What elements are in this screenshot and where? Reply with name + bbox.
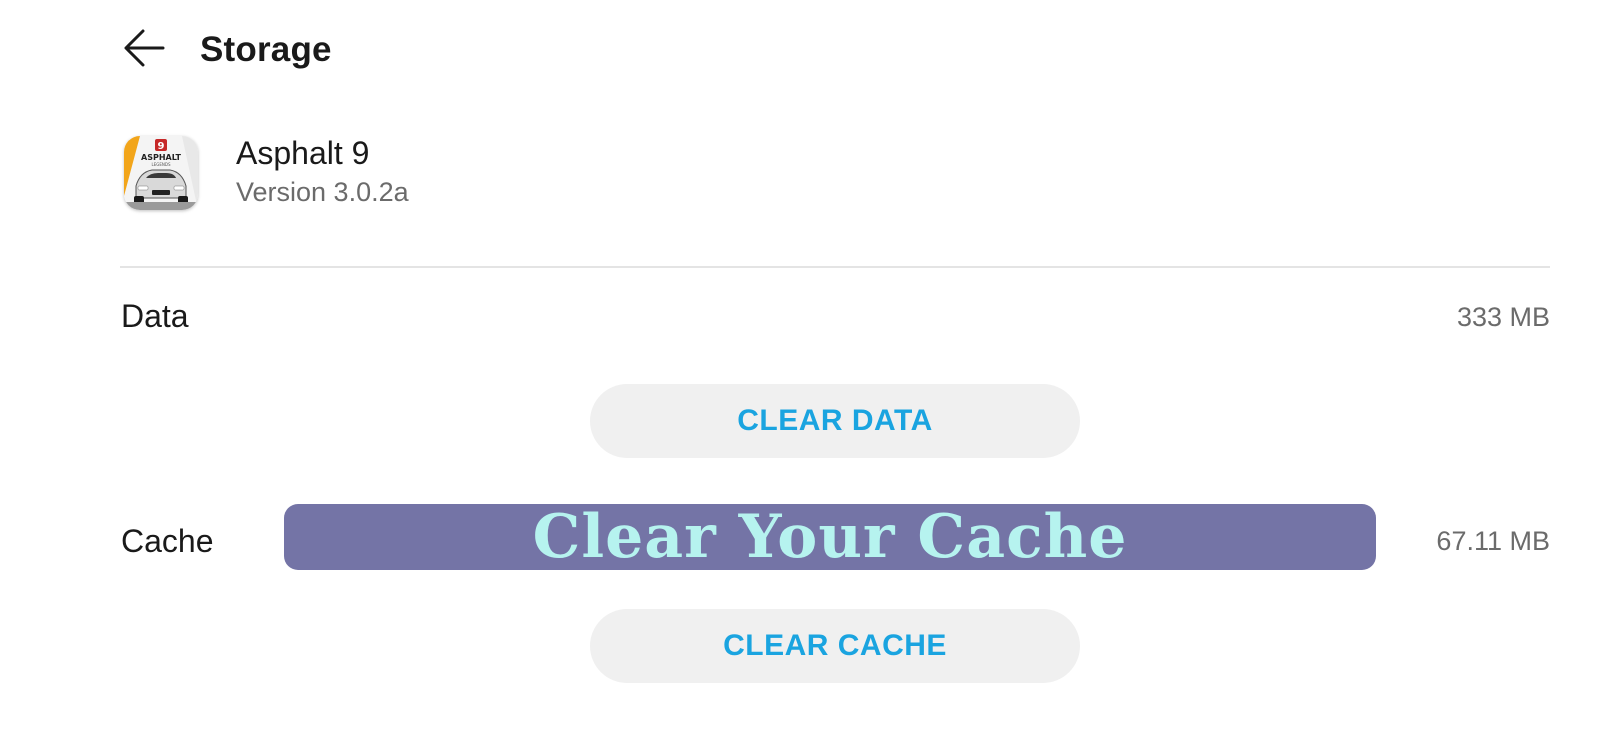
header: Storage xyxy=(120,22,332,78)
banner-text: Clear Your Cache xyxy=(532,502,1128,572)
svg-text:9: 9 xyxy=(158,141,165,152)
app-text: Asphalt 9 Version 3.0.2a xyxy=(236,134,409,212)
app-version: Version 3.0.2a xyxy=(236,177,409,207)
app-name: Asphalt 9 xyxy=(236,135,370,171)
svg-text:LEGENDS: LEGENDS xyxy=(152,162,171,167)
overlay-banner: Clear Your Cache xyxy=(284,504,1376,570)
divider xyxy=(120,266,1550,268)
cache-label: Cache xyxy=(121,523,214,559)
data-size-value: 333 MB xyxy=(1456,302,1550,332)
back-button[interactable] xyxy=(120,26,168,74)
storage-screen: Storage 9 ASPHALT LEGENDS Asphalt 9 Vers… xyxy=(0,0,1600,748)
arrow-left-icon xyxy=(121,25,167,76)
page-title: Storage xyxy=(200,30,332,69)
clear-data-button[interactable]: CLEAR DATA xyxy=(590,384,1080,458)
cache-size-value: 67.11 MB xyxy=(1436,526,1550,556)
app-icon: 9 ASPHALT LEGENDS xyxy=(124,136,198,210)
clear-cache-button[interactable]: CLEAR CACHE xyxy=(590,609,1080,683)
svg-text:ASPHALT: ASPHALT xyxy=(141,153,181,162)
data-label: Data xyxy=(121,298,189,334)
app-info: 9 ASPHALT LEGENDS Asphalt 9 Version 3.0.… xyxy=(124,134,409,212)
